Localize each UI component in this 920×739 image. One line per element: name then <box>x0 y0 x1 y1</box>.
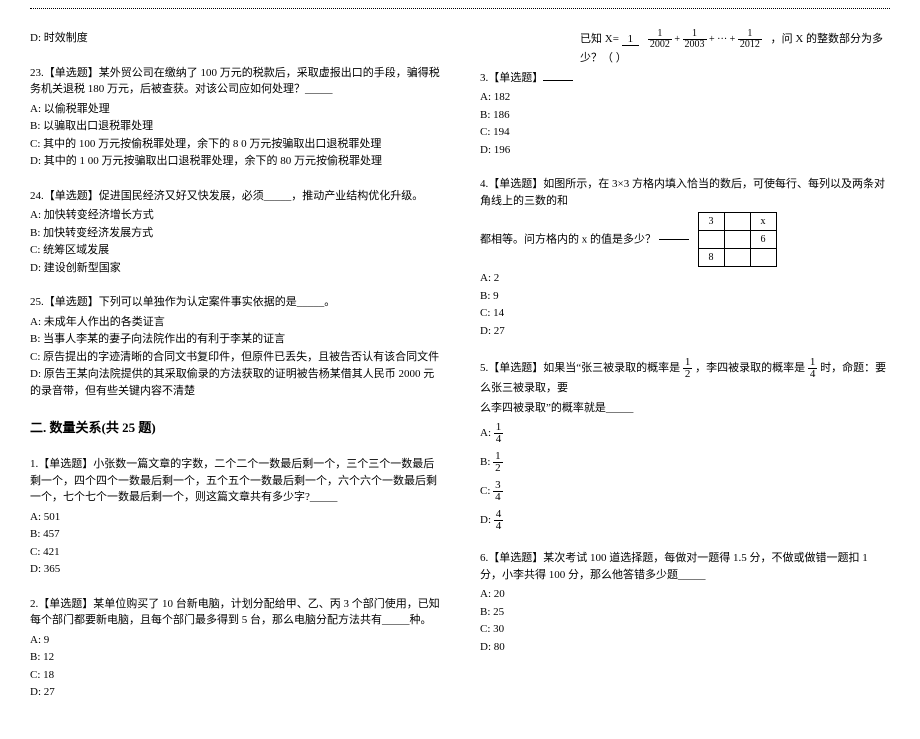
q24-opt-b: B: 加快转变经济发展方式 <box>30 225 440 242</box>
q24-opt-a: A: 加快转变经济增长方式 <box>30 207 440 224</box>
s2-q4-line2: 都相等。问方格内的 x 的值是多少？ 3 x 6 8 <box>480 212 890 267</box>
q24: 24.【单选题】促进国民经济又好又快发展，必须_____，推动产业结构优化升级。… <box>30 188 440 277</box>
s2-q1-opt-b: B: 457 <box>30 526 440 543</box>
q3-frac-top: 1 <box>622 33 640 46</box>
q24-opt-c: C: 统筹区域发展 <box>30 242 440 259</box>
s2-q5-opt-a: A: 14 <box>480 422 890 445</box>
s2-q6-opt-a: A: 20 <box>480 586 890 603</box>
q3-main-frac: 1 12002 + 12003 + ··· + 12012 <box>622 29 768 50</box>
q25-opt-a: A: 未成年人作出的各类证言 <box>30 314 440 331</box>
s2-q2-opt-c: C: 18 <box>30 667 440 684</box>
g20: 8 <box>698 249 724 267</box>
q5-ld: D: <box>480 514 494 526</box>
section-2-title: 二. 数量关系(共 25 题) <box>30 417 440 436</box>
s2-q5-opt-d: D: 44 <box>480 509 890 532</box>
q5-sb: ，李四被录取的概率是 <box>695 362 805 374</box>
s2-q6: 6.【单选题】某次考试 100 道选择题，每做对一题得 1.5 分，不做或做错一… <box>480 550 890 655</box>
s2-q3-opt-c: C: 194 <box>480 124 890 141</box>
q3-label: 3.【单选题】 <box>480 72 543 84</box>
q23-opt-c: C: 其中的 100 万元按偷税罪处理，余下的 8 0 万元按骗取出口退税罪处理 <box>30 136 440 153</box>
q23-opt-d: D: 其中的 1 00 万元按骗取出口退税罪处理，余下的 80 万元按偷税罪处理 <box>30 153 440 170</box>
g02: x <box>750 213 776 231</box>
q3-pre: 已知 X= <box>580 33 619 45</box>
s2-q2-stem: 2.【单选题】某单位购买了 10 台新电脑，计划分配给甲、乙、丙 3 个部门使用… <box>30 596 440 629</box>
g11 <box>724 231 750 249</box>
q5-lb: B: <box>480 456 493 468</box>
q25-opt-c: C: 原告提出的字迹清晰的合同文书复印件，但原件已丢失，且被告否认有该合同文件 <box>30 349 440 366</box>
q5-fc: 34 <box>493 480 503 503</box>
s2-q1-stem: 1.【单选题】小张数一篇文章的字数，二个二个一数最后剩一个，三个三个一数最后剩一… <box>30 456 440 506</box>
s2-q4: 4.【单选题】如图所示，在 3×3 方格内填入恰当的数后，可使每行、每列以及两条… <box>480 176 890 339</box>
s2-q3-formula-line: 已知 X= 1 12002 + 12003 + ··· + 12012 ，问 X… <box>480 29 890 67</box>
s2-q4-opt-b: B: 9 <box>480 288 890 305</box>
s2-q5: 5.【单选题】如果当“张三被录取的概率是 12 ，李四被录取的概率是 14 时，… <box>480 357 890 532</box>
s2-q3: 已知 X= 1 12002 + 12003 + ··· + 12012 ，问 X… <box>480 29 890 158</box>
g00: 3 <box>698 213 724 231</box>
g12: 6 <box>750 231 776 249</box>
q3-d3: 12012 <box>738 29 762 50</box>
q24-stem: 24.【单选题】促进国民经济又好又快发展，必须_____，推动产业结构优化升级。 <box>30 188 440 205</box>
s2-q4-stem-b: 都相等。问方格内的 x 的值是多少？ <box>480 233 656 245</box>
q5-f1: 12 <box>683 357 693 380</box>
s2-q4-opt-d: D: 27 <box>480 323 890 340</box>
s2-q5-opt-c: C: 34 <box>480 480 890 503</box>
s2-q4-opt-a: A: 2 <box>480 270 890 287</box>
g21 <box>724 249 750 267</box>
q5-fb: 12 <box>493 451 503 474</box>
s2-q1: 1.【单选题】小张数一篇文章的字数，二个二个一数最后剩一个，三个三个一数最后剩一… <box>30 456 440 578</box>
s2-q3-opt-b: B: 186 <box>480 107 890 124</box>
s2-q5-opt-b: B: 12 <box>480 451 890 474</box>
s2-q1-opt-d: D: 365 <box>30 561 440 578</box>
q24-opt-d: D: 建设创新型国家 <box>30 260 440 277</box>
s2-q2-opt-d: D: 27 <box>30 684 440 701</box>
page-container: D: 时效制度 23.【单选题】某外贸公司在缴纳了 100 万元的税款后，采取虚… <box>0 9 920 739</box>
g22 <box>750 249 776 267</box>
q3-frac-bot: 12002 + 12003 + ··· + 12012 <box>642 33 768 46</box>
s2-q1-opt-a: A: 501 <box>30 509 440 526</box>
s2-q3-stem: 3.【单选题】 <box>480 70 890 87</box>
q5-sa: 5.【单选题】如果当“张三被录取的概率是 <box>480 362 680 374</box>
s2-q6-opt-b: B: 25 <box>480 604 890 621</box>
q23-stem: 23.【单选题】某外贸公司在缴纳了 100 万元的税款后，采取虚报出口的手段，骗… <box>30 65 440 98</box>
q23-opt-a: A: 以偷税罪处理 <box>30 101 440 118</box>
q5-lc: C: <box>480 485 493 497</box>
q25: 25.【单选题】下列可以单独作为认定案件事实依据的是_____。 A: 未成年人… <box>30 294 440 399</box>
q5-f2: 14 <box>808 357 818 380</box>
q25-stem: 25.【单选题】下列可以单独作为认定案件事实依据的是_____。 <box>30 294 440 311</box>
q4-blank <box>659 239 689 240</box>
s2-q5-line2: 么李四被录取”的概率就是_____ <box>480 400 890 417</box>
s2-q6-opt-d: D: 80 <box>480 639 890 656</box>
s2-q3-opt-a: A: 182 <box>480 89 890 106</box>
s2-q6-stem: 6.【单选题】某次考试 100 道选择题，每做对一题得 1.5 分，不做或做错一… <box>480 550 890 583</box>
q3-d2: 12003 <box>683 29 707 50</box>
q5-la: A: <box>480 427 494 439</box>
s2-q5-line1: 5.【单选题】如果当“张三被录取的概率是 12 ，李四被录取的概率是 14 时，… <box>480 357 890 397</box>
q5-fd: 44 <box>494 509 504 532</box>
s2-q2-opt-b: B: 12 <box>30 649 440 666</box>
g01 <box>724 213 750 231</box>
q25-opt-b: B: 当事人李某的妻子向法院作出的有利于李某的证言 <box>30 331 440 348</box>
q25-opt-d: D: 原告王某向法院提供的其采取偷录的方法获取的证明被告杨某借其人民币 2000… <box>30 366 440 399</box>
g10 <box>698 231 724 249</box>
q4-grid: 3 x 6 8 <box>698 212 777 267</box>
s2-q6-opt-c: C: 30 <box>480 621 890 638</box>
s2-q2-opt-a: A: 9 <box>30 632 440 649</box>
q3-d1: 12002 <box>648 29 672 50</box>
q5-fa: 14 <box>494 422 504 445</box>
s2-q4-stem-a: 4.【单选题】如图所示，在 3×3 方格内填入恰当的数后，可使每行、每列以及两条… <box>480 176 890 209</box>
s2-q3-opt-d: D: 196 <box>480 142 890 159</box>
q23: 23.【单选题】某外贸公司在缴纳了 100 万元的税款后，采取虚报出口的手段，骗… <box>30 65 440 170</box>
q22-fragment: D: 时效制度 <box>30 30 440 47</box>
right-column: 已知 X= 1 12002 + 12003 + ··· + 12012 ，问 X… <box>480 29 890 719</box>
q22-opt-d: D: 时效制度 <box>30 30 440 47</box>
s2-q1-opt-c: C: 421 <box>30 544 440 561</box>
s2-q2: 2.【单选题】某单位购买了 10 台新电脑，计划分配给甲、乙、丙 3 个部门使用… <box>30 596 440 701</box>
q3-blank <box>543 80 573 81</box>
q23-opt-b: B: 以骗取出口退税罪处理 <box>30 118 440 135</box>
s2-q4-opt-c: C: 14 <box>480 305 890 322</box>
left-column: D: 时效制度 23.【单选题】某外贸公司在缴纳了 100 万元的税款后，采取虚… <box>30 29 440 719</box>
